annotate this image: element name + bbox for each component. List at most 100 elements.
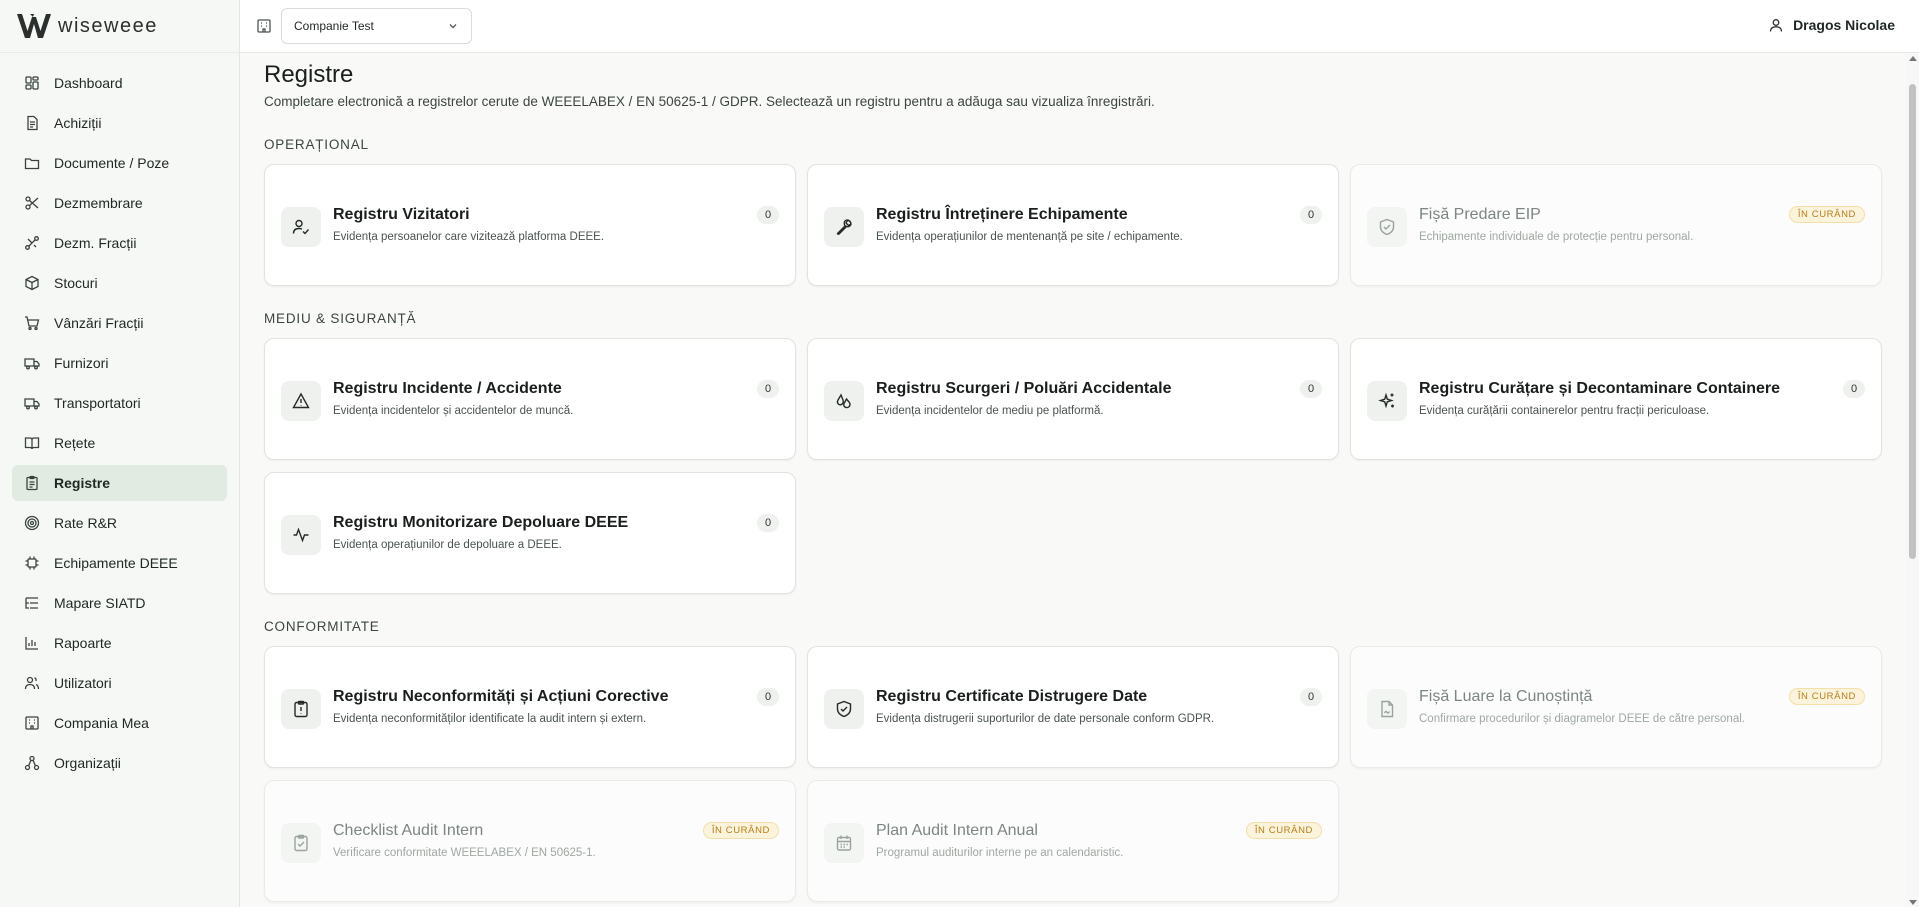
company-select[interactable]: Companie Test: [281, 8, 472, 44]
clipboard-icon: [24, 475, 40, 491]
warning-icon: [281, 381, 321, 421]
card-title: Plan Audit Intern Anual: [876, 822, 1038, 839]
card-description: Verificare conformitate WEEELABEX / EN 5…: [333, 847, 596, 859]
chip-icon: [24, 555, 40, 571]
sidebar-item-dezm-fractii[interactable]: Dezm. Fracții: [12, 225, 227, 261]
user-icon: [1769, 19, 1783, 32]
scroll-down-arrow-icon[interactable]: [1909, 900, 1917, 905]
file-sign-icon: [1367, 689, 1407, 729]
droplets-icon: [824, 381, 864, 421]
document-icon: [24, 115, 40, 131]
building-icon: [256, 18, 272, 34]
user-name: Dragos Nicolae: [1793, 17, 1895, 33]
sidebar-item-label: Dezmembrare: [54, 195, 143, 211]
activity-icon: [281, 515, 321, 555]
sidebar-item-mapare-siatd[interactable]: Mapare SIATD: [12, 585, 227, 621]
sidebar-item-label: Compania Mea: [54, 715, 149, 731]
card-registru-certificate[interactable]: Registru Certificate Distrugere Date Evi…: [807, 646, 1339, 768]
card-title: Registru Incidente / Accidente: [333, 380, 562, 397]
count-badge: 0: [1300, 688, 1322, 706]
sidebar-item-organizatii[interactable]: Organizații: [12, 745, 227, 781]
count-badge: 0: [1843, 380, 1865, 398]
user-menu[interactable]: Dragos Nicolae: [1769, 17, 1895, 33]
sidebar-item-rapoarte[interactable]: Rapoarte: [12, 625, 227, 661]
page-title: Registre: [264, 61, 354, 88]
shield-check-icon: [824, 689, 864, 729]
card-title: Checklist Audit Intern: [333, 822, 484, 839]
card-description: Evidența curățării containerelor pentru …: [1419, 405, 1710, 417]
sidebar-item-dashboard[interactable]: Dashboard: [12, 65, 227, 101]
card-fisa-luare-cunostinta[interactable]: Fișă Luare la Cunoștință Confirmare proc…: [1350, 646, 1882, 768]
calendar-icon: [824, 823, 864, 863]
building-icon: [24, 715, 40, 731]
sidebar-item-label: Vânzări Fracții: [54, 315, 144, 331]
wrench-icon: [824, 207, 864, 247]
sidebar-item-label: Echipamente DEEE: [54, 555, 178, 571]
scrollbar-thumb[interactable]: [1909, 84, 1916, 559]
clipboard-check-icon: [281, 823, 321, 863]
card-plan-audit-intern[interactable]: Plan Audit Intern Anual Programul auditu…: [807, 780, 1339, 902]
card-description: Echipamente individuale de protecție pen…: [1419, 231, 1694, 243]
card-title: Registru Curățare și Decontaminare Conta…: [1419, 380, 1780, 397]
sidebar-item-vanzari[interactable]: Vânzări Fracții: [12, 305, 227, 341]
main-scrollbar[interactable]: [1906, 54, 1919, 907]
sparkles-icon: [1367, 381, 1407, 421]
sidebar-item-documente[interactable]: Documente / Poze: [12, 145, 227, 181]
sidebar-item-dezmembrare[interactable]: Dezmembrare: [12, 185, 227, 221]
sidebar-item-label: Rate R&R: [54, 515, 118, 531]
card-title: Registru Monitorizare Depoluare DEEE: [333, 514, 629, 531]
sidebar: wiseweee Dashboard Achiziții Documente /…: [0, 0, 240, 907]
truck-icon: [24, 395, 40, 411]
card-registru-scurgeri[interactable]: Registru Scurgeri / Poluări Accidentale …: [807, 338, 1339, 460]
sidebar-item-label: Organizații: [54, 755, 121, 771]
card-registru-incidente[interactable]: Registru Incidente / Accidente Evidența …: [264, 338, 796, 460]
card-description: Programul auditurilor interne pe an cale…: [876, 847, 1124, 859]
card-registru-curatare[interactable]: Registru Curățare și Decontaminare Conta…: [1350, 338, 1882, 460]
card-checklist-audit-intern[interactable]: Checklist Audit Intern Verificare confor…: [264, 780, 796, 902]
sidebar-item-utilizatori[interactable]: Utilizatori: [12, 665, 227, 701]
sidebar-item-achizitii[interactable]: Achiziții: [12, 105, 227, 141]
card-description: Evidența persoanelor care vizitează plat…: [333, 231, 605, 243]
scissors-icon: [24, 195, 40, 211]
card-registru-vizitatori[interactable]: Registru Vizitatori Evidența persoanelor…: [264, 164, 796, 286]
clipboard-alert-icon: [281, 689, 321, 729]
count-badge: 0: [757, 514, 779, 532]
sidebar-item-furnizori[interactable]: Furnizori: [12, 345, 227, 381]
list-tree-icon: [24, 595, 40, 611]
sidebar-item-label: Stocuri: [54, 275, 98, 291]
cart-icon: [24, 315, 40, 331]
sidebar-item-stocuri[interactable]: Stocuri: [12, 265, 227, 301]
card-title: Registru Neconformități și Acțiuni Corec…: [333, 688, 669, 705]
sidebar-item-label: Furnizori: [54, 355, 109, 371]
card-description: Confirmare procedurilor și diagramelor D…: [1419, 713, 1745, 725]
sidebar-item-label: Rapoarte: [54, 635, 112, 651]
sidebar-item-compania-mea[interactable]: Compania Mea: [12, 705, 227, 741]
page-subtitle: Completare electronică a registrelor cer…: [264, 94, 1155, 109]
scroll-up-arrow-icon[interactable]: [1909, 56, 1917, 61]
sidebar-item-label: Dashboard: [54, 75, 123, 91]
section-operational: OPERAȚIONAL: [264, 137, 369, 152]
card-registru-neconformitati[interactable]: Registru Neconformități și Acțiuni Corec…: [264, 646, 796, 768]
card-registru-depoluare[interactable]: Registru Monitorizare Depoluare DEEE Evi…: [264, 472, 796, 594]
network-icon: [24, 755, 40, 771]
sidebar-item-registre[interactable]: Registre: [12, 465, 227, 501]
section-conformitate: CONFORMITATE: [264, 619, 380, 634]
sidebar-item-retete[interactable]: Rețete: [12, 425, 227, 461]
card-title: Registru Vizitatori: [333, 206, 470, 223]
card-fisa-predare-eip[interactable]: Fișă Predare EIP Echipamente individuale…: [1350, 164, 1882, 286]
card-registru-intretinere[interactable]: Registru Întreținere Echipamente Evidenț…: [807, 164, 1339, 286]
coming-soon-badge: ÎN CURÂND: [1788, 688, 1865, 705]
sidebar-item-transportatori[interactable]: Transportatori: [12, 385, 227, 421]
shield-check-icon: [1367, 207, 1407, 247]
card-description: Evidența operațiunilor de mentenanță pe …: [876, 231, 1183, 243]
card-description: Evidența incidentelor și accidentelor de…: [333, 405, 574, 417]
sidebar-item-rate-rr[interactable]: Rate R&R: [12, 505, 227, 541]
coming-soon-badge: ÎN CURÂND: [702, 822, 779, 839]
sidebar-item-label: Dezm. Fracții: [54, 235, 137, 251]
users-icon: [24, 675, 40, 691]
sidebar-item-echipamente[interactable]: Echipamente DEEE: [12, 545, 227, 581]
app-logo[interactable]: wiseweee: [0, 0, 239, 53]
bar-chart-icon: [24, 635, 40, 651]
target-icon: [24, 515, 40, 531]
card-title: Fișă Predare EIP: [1419, 206, 1541, 223]
